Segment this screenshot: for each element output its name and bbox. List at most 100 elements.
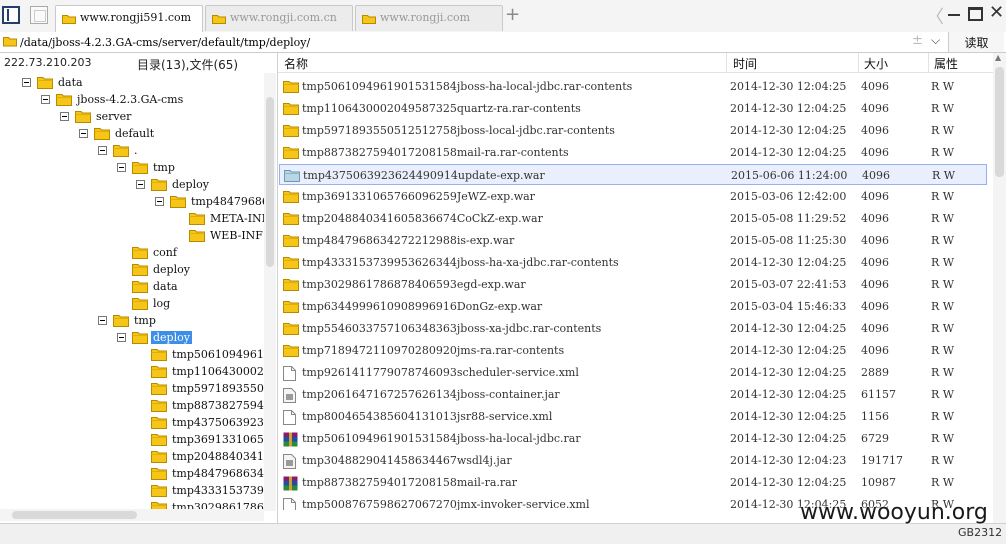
bookmark-icon[interactable]: ±	[912, 33, 923, 48]
column-attr[interactable]: 属性	[934, 55, 958, 72]
folder-icon	[283, 322, 299, 338]
folder-icon	[151, 399, 167, 415]
file-attr: R W	[931, 410, 955, 423]
file-icon	[283, 366, 296, 384]
file-row[interactable]: tmp3691331065766096259JeWZ-exp.war 2015-0…	[279, 186, 987, 207]
file-row[interactable]: tmp5546033757106348363jboss-xa-jdbc.rar-…	[279, 318, 987, 339]
file-row[interactable]: tmp4847968634272212988is-exp.war 2015-05-…	[279, 230, 987, 251]
collapse-toggle-icon[interactable]	[79, 129, 88, 138]
file-time: 2014-12-30 12:04:25	[730, 344, 847, 357]
column-size[interactable]: 大小	[864, 55, 888, 72]
column-name[interactable]: 名称	[284, 55, 308, 72]
column-divider[interactable]	[858, 53, 859, 72]
tree-horizontal-scrollbar[interactable]	[0, 509, 264, 521]
tab-rongji591[interactable]: www.rongji591.com	[55, 5, 203, 32]
folder-icon	[283, 300, 299, 316]
collapse-toggle-icon[interactable]	[41, 95, 50, 104]
column-time[interactable]: 时间	[733, 55, 757, 72]
file-list: tmp5061094961901531584jboss-ha-local-jdb…	[278, 76, 990, 510]
file-attr: R W	[931, 190, 955, 203]
tree-item-label: tmp1106430002049	[172, 365, 265, 378]
folder-icon	[170, 195, 186, 211]
file-row[interactable]: tmp4333153739953626344jboss-ha-xa-jdbc.r…	[279, 252, 987, 273]
file-time: 2014-12-30 12:04:25	[730, 476, 847, 489]
back-icon[interactable]: 〈	[926, 3, 944, 29]
scrollbar-thumb[interactable]	[12, 511, 137, 519]
file-row[interactable]: tmp4375063923624490914update-exp.war 2015…	[279, 164, 987, 185]
minimize-icon[interactable]	[948, 14, 960, 16]
file-row[interactable]: tmp5061094961901531584jboss-ha-local-jdb…	[279, 76, 987, 97]
scrollbar-thumb[interactable]	[266, 97, 274, 267]
watermark-text: www.wooyun.org	[800, 500, 988, 525]
file-list-scrollbar[interactable]: ▲	[993, 53, 1006, 523]
file-row[interactable]: tmp3048829041458634467wsdl4j.jar 2014-12-…	[279, 450, 987, 471]
file-row[interactable]: tmp5061094961901531584jboss-ha-local-jdb…	[279, 428, 987, 449]
file-time: 2014-12-30 12:04:25	[730, 388, 847, 401]
scroll-up-icon[interactable]: ▲	[995, 53, 1001, 62]
file-size: 4096	[861, 80, 889, 93]
new-window-icon[interactable]	[30, 6, 48, 24]
file-attr: R W	[931, 146, 955, 159]
new-tab-icon[interactable]: +	[505, 4, 520, 25]
file-attr: R W	[931, 278, 955, 291]
folder-icon	[283, 102, 299, 118]
file-row[interactable]: tmp2048840341605836674CoCkZ-exp.war 2015-…	[279, 208, 987, 229]
chevron-down-icon[interactable]: ⌵	[931, 33, 940, 48]
file-attr: R W	[931, 366, 955, 379]
jar-file-icon	[283, 388, 296, 406]
tree-item-label: tmp506109496190	[172, 348, 265, 361]
read-button[interactable]: 读取	[948, 32, 1004, 52]
collapse-toggle-icon[interactable]	[155, 197, 164, 206]
file-time: 2014-12-30 12:04:25	[730, 432, 847, 445]
file-size: 4096	[861, 256, 889, 269]
file-size: 4096	[861, 300, 889, 313]
file-time: 2014-12-30 12:04:25	[730, 256, 847, 269]
folder-icon	[212, 15, 226, 24]
collapse-toggle-icon[interactable]	[60, 112, 69, 121]
path-input[interactable]	[20, 33, 900, 51]
file-attr: R W	[931, 80, 955, 93]
folder-icon	[283, 190, 299, 206]
file-time: 2014-12-30 12:04:25	[730, 124, 847, 137]
collapse-toggle-icon[interactable]	[136, 180, 145, 189]
column-divider[interactable]	[726, 53, 727, 72]
tree-vertical-scrollbar[interactable]	[264, 73, 276, 511]
file-row[interactable]: tmp8004654385604131013jsr88-service.xml 2…	[279, 406, 987, 427]
file-row[interactable]: tmp1106430002049587325quartz-ra.rar-cont…	[279, 98, 987, 119]
file-name: tmp5546033757106348363jboss-xa-jdbc.rar-…	[302, 322, 602, 335]
file-name: tmp4847968634272212988is-exp.war	[302, 234, 515, 247]
file-attr: R W	[931, 344, 955, 357]
tab-rongji-com[interactable]: www.rongji.com	[355, 5, 503, 31]
file-size: 4096	[861, 278, 889, 291]
collapse-toggle-icon[interactable]	[117, 333, 126, 342]
tab-rongji-com-cn[interactable]: www.rongji.com.cn	[205, 5, 353, 31]
collapse-toggle-icon[interactable]	[98, 146, 107, 155]
file-row[interactable]: tmp5971893550512512758jboss-local-jdbc.r…	[279, 120, 987, 141]
folder-icon	[284, 169, 300, 185]
file-size: 10987	[861, 476, 896, 489]
panel-toggle-icon[interactable]	[2, 6, 20, 24]
file-row[interactable]: tmp6344999610908996916DonGz-exp.war 2015-…	[279, 296, 987, 317]
file-row[interactable]: tmp8873827594017208158mail-ra.rar-conten…	[279, 142, 987, 163]
file-name: tmp5061094961901531584jboss-ha-local-jdb…	[302, 432, 581, 445]
file-row[interactable]: tmp2061647167257626134jboss-container.ja…	[279, 384, 987, 405]
file-row[interactable]: tmp8873827594017208158mail-ra.rar 2014-12…	[279, 472, 987, 493]
file-time: 2015-03-07 22:41:53	[730, 278, 847, 291]
folder-icon	[151, 365, 167, 381]
tree-item-label: default	[115, 127, 155, 140]
jar-file-icon	[283, 454, 296, 472]
scrollbar-thumb[interactable]	[995, 67, 1004, 177]
file-row[interactable]: tmp3029861786878406593egd-exp.war 2015-03…	[279, 274, 987, 295]
file-name: tmp2048840341605836674CoCkZ-exp.war	[302, 212, 543, 225]
file-name: tmp1106430002049587325quartz-ra.rar-cont…	[302, 102, 581, 115]
collapse-toggle-icon[interactable]	[22, 78, 31, 87]
address-bar: ± ⌵ 读取	[0, 32, 1006, 53]
collapse-toggle-icon[interactable]	[117, 163, 126, 172]
collapse-toggle-icon[interactable]	[98, 316, 107, 325]
file-name: tmp5061094961901531584jboss-ha-local-jdb…	[302, 80, 633, 93]
file-row[interactable]: tmp7189472110970280920jms-ra.rar-content…	[279, 340, 987, 361]
close-icon[interactable]: ✕	[989, 2, 1004, 23]
file-row[interactable]: tmp9261411779078746093scheduler-service.…	[279, 362, 987, 383]
maximize-icon[interactable]	[968, 7, 983, 21]
column-divider[interactable]	[928, 53, 929, 72]
